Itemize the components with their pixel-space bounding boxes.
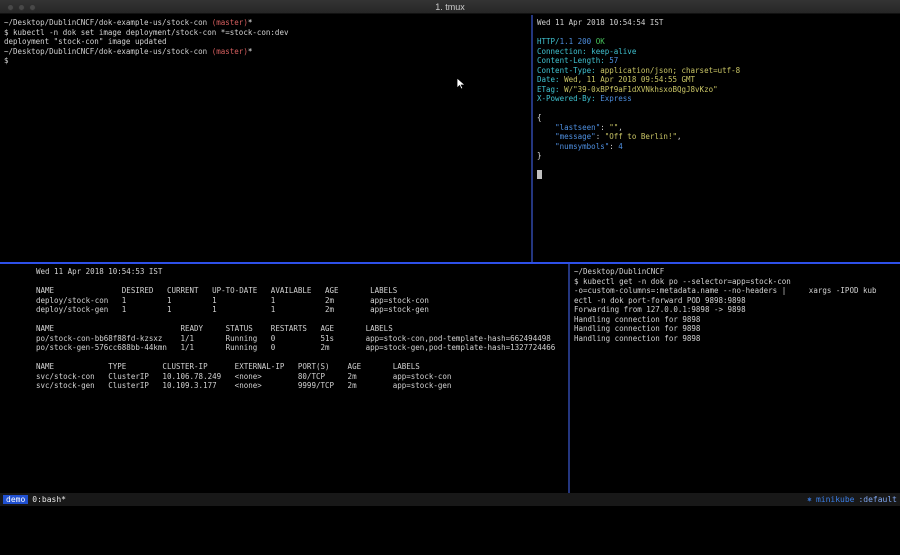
pane-port-forward[interactable]: ~/Desktop/DublinCNCF$ kubectl get -n dok… bbox=[570, 264, 900, 493]
terminal-line: ~/Desktop/DublinCNCF/dok-example-us/stoc… bbox=[4, 47, 531, 57]
terminal-line bbox=[36, 315, 568, 325]
kube-context-name: minikube bbox=[816, 495, 855, 504]
terminal-line: { bbox=[537, 113, 900, 123]
pane-divider-horizontal bbox=[0, 262, 900, 264]
terminal-line: Content-Length: 57 bbox=[537, 56, 900, 66]
pane-kubectl-get-watch[interactable]: Wed 11 Apr 2018 10:54:53 IST NAME DESIRE… bbox=[0, 264, 568, 493]
window-title: 1. tmux bbox=[435, 2, 465, 12]
kube-context-icon: ⎈ bbox=[807, 495, 812, 504]
window-titlebar[interactable]: 1. tmux bbox=[0, 0, 900, 14]
terminal-line: Date: Wed, 11 Apr 2018 09:54:55 GMT bbox=[537, 75, 900, 85]
terminal-line: Wed 11 Apr 2018 10:54:54 IST bbox=[537, 18, 900, 28]
terminal-line: NAME READY STATUS RESTARTS AGE LABELS bbox=[36, 324, 568, 334]
terminal-line: "message": "Off to Berlin!", bbox=[537, 132, 900, 142]
terminal-line: Handling connection for 9898 bbox=[574, 315, 900, 325]
terminal-line: X-Powered-By: Express bbox=[537, 94, 900, 104]
terminal-line bbox=[537, 170, 900, 180]
terminal-line: ~/Desktop/DublinCNCF bbox=[574, 267, 900, 277]
zoom-button[interactable] bbox=[29, 4, 36, 11]
terminal-line: HTTP/1.1 200 OK bbox=[537, 37, 900, 47]
terminal-line: NAME DESIRED CURRENT UP-TO-DATE AVAILABL… bbox=[36, 286, 568, 296]
terminal-line: } bbox=[537, 151, 900, 161]
pane-divider-vertical-bottom bbox=[568, 264, 570, 493]
terminal-line: deploy/stock-gen 1 1 1 1 2m app=stock-ge… bbox=[36, 305, 568, 315]
terminal-line: "numsymbols": 4 bbox=[537, 142, 900, 152]
terminal-line: deploy/stock-con 1 1 1 1 2m app=stock-co… bbox=[36, 296, 568, 306]
terminal-line: Content-Type: application/json; charset=… bbox=[537, 66, 900, 76]
terminal-line bbox=[36, 353, 568, 363]
terminal-line: deployment "stock-con" image updated bbox=[4, 37, 531, 47]
terminal-line bbox=[36, 277, 568, 287]
pane-http-response[interactable]: Wed 11 Apr 2018 10:54:54 IST HTTP/1.1 20… bbox=[533, 15, 900, 262]
terminal-line: ectl -n dok port-forward POD 9898:9898 bbox=[574, 296, 900, 306]
tmux-session-name[interactable]: demo bbox=[3, 495, 28, 504]
terminal-line: Handling connection for 9898 bbox=[574, 324, 900, 334]
terminal-line: $ kubectl -n dok set image deployment/st… bbox=[4, 28, 531, 38]
tmux-window-flag[interactable]: 0:bash* bbox=[32, 495, 66, 504]
terminal-line: ~/Desktop/DublinCNCF/dok-example-us/stoc… bbox=[4, 18, 531, 28]
terminal-line: $ bbox=[4, 56, 531, 66]
traffic-lights bbox=[7, 4, 36, 11]
minimize-button[interactable] bbox=[18, 4, 25, 11]
terminal-line: "lastseen": "", bbox=[537, 123, 900, 133]
close-button[interactable] bbox=[7, 4, 14, 11]
terminal-line: po/stock-con-bb68f88fd-kzsxz 1/1 Running… bbox=[36, 334, 568, 344]
tmux-status-bar: demo 0:bash* ⎈ minikube :default bbox=[0, 493, 900, 506]
terminal-line: Wed 11 Apr 2018 10:54:53 IST bbox=[36, 267, 568, 277]
terminal-window: 1. tmux ~/Desktop/DublinCNCF/dok-example… bbox=[0, 0, 900, 507]
kube-namespace: :default bbox=[858, 495, 897, 504]
pane-divider-vertical-top bbox=[531, 15, 533, 262]
terminal-line: -o=custom-columns=:metadata.name --no-he… bbox=[574, 286, 900, 296]
terminal-line: svc/stock-con ClusterIP 10.106.78.249 <n… bbox=[36, 372, 568, 382]
terminal-line: $ kubectl get -n dok po --selector=app=s… bbox=[574, 277, 900, 287]
terminal-line bbox=[537, 104, 900, 114]
terminal-line: Forwarding from 127.0.0.1:9898 -> 9898 bbox=[574, 305, 900, 315]
terminal-line: svc/stock-gen ClusterIP 10.109.3.177 <no… bbox=[36, 381, 568, 391]
terminal-line bbox=[537, 161, 900, 171]
terminal-line: Connection: keep-alive bbox=[537, 47, 900, 57]
mouse-cursor-icon bbox=[456, 78, 466, 90]
terminal-line bbox=[537, 28, 900, 38]
terminal-line: Handling connection for 9898 bbox=[574, 334, 900, 344]
terminal-line: po/stock-gen-576cc688bb-44kmn 1/1 Runnin… bbox=[36, 343, 568, 353]
pane-shell-kubectl-set-image[interactable]: ~/Desktop/DublinCNCF/dok-example-us/stoc… bbox=[0, 15, 531, 262]
terminal-line: ETag: W/"39-0xBPf9aF1dXVNkhsxoBQgJ8vKzo" bbox=[537, 85, 900, 95]
terminal-line: NAME TYPE CLUSTER-IP EXTERNAL-IP PORT(S)… bbox=[36, 362, 568, 372]
